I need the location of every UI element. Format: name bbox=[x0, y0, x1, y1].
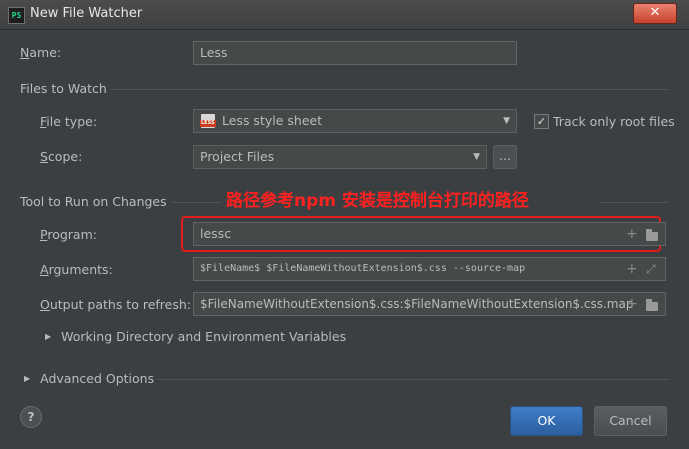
program-value: lessc bbox=[200, 226, 232, 241]
plus-icon[interactable]: + bbox=[626, 258, 638, 280]
scope-label: Scope: bbox=[40, 149, 83, 164]
file-type-dropdown[interactable]: LESS Less style sheet ▼ bbox=[193, 109, 517, 133]
cancel-button[interactable]: Cancel bbox=[594, 406, 667, 436]
window-title: New File Watcher bbox=[30, 6, 143, 21]
files-to-watch-section-title: Files to Watch bbox=[20, 81, 107, 96]
advanced-options-label: Advanced Options bbox=[40, 371, 155, 386]
section-divider bbox=[172, 202, 222, 203]
chevron-down-icon: ▼ bbox=[473, 152, 480, 162]
advanced-options-expander[interactable]: ▶ Advanced Options bbox=[24, 371, 154, 386]
output-paths-input[interactable]: $FileNameWithoutExtension$.css:$FileName… bbox=[193, 292, 666, 316]
annotation-text: 路径参考npm 安装是控制台打印的路径 bbox=[226, 191, 529, 211]
help-button[interactable]: ? bbox=[20, 406, 42, 428]
less-file-icon: LESS bbox=[200, 114, 216, 128]
track-root-label: Track only root files bbox=[553, 114, 675, 129]
arguments-value: $FileName$ $FileNameWithoutExtension$.cs… bbox=[200, 263, 526, 274]
program-input[interactable]: lessc + bbox=[193, 222, 666, 246]
expand-icon[interactable]: ⤢ bbox=[646, 258, 656, 280]
output-paths-value: $FileNameWithoutExtension$.css:$FileName… bbox=[200, 297, 634, 311]
folder-icon[interactable] bbox=[646, 299, 658, 311]
working-directory-expander[interactable]: ▶ Working Directory and Environment Vari… bbox=[45, 329, 346, 344]
scope-value: Project Files bbox=[200, 149, 275, 164]
arguments-input[interactable]: $FileName$ $FileNameWithoutExtension$.cs… bbox=[193, 257, 666, 281]
program-label: Program: bbox=[40, 227, 97, 242]
section-divider bbox=[600, 202, 669, 203]
output-paths-label: Output paths to refresh: bbox=[40, 297, 191, 312]
scope-browse-button[interactable]: ... bbox=[493, 145, 517, 169]
file-type-label: File type: bbox=[40, 114, 98, 129]
scope-dropdown[interactable]: Project Files ▼ bbox=[193, 145, 487, 169]
arguments-label: Arguments: bbox=[40, 262, 113, 277]
track-root-checkbox[interactable]: ✓ bbox=[534, 114, 549, 129]
working-directory-label: Working Directory and Environment Variab… bbox=[61, 329, 347, 344]
section-divider bbox=[157, 379, 669, 380]
expand-arrow-icon: ▶ bbox=[45, 332, 52, 341]
close-button[interactable]: ✕ bbox=[633, 3, 677, 24]
chevron-down-icon: ▼ bbox=[503, 116, 510, 126]
file-type-value: Less style sheet bbox=[222, 113, 323, 128]
plus-icon[interactable]: + bbox=[626, 223, 638, 245]
tool-section-title: Tool to Run on Changes bbox=[20, 194, 167, 209]
ok-button[interactable]: OK bbox=[510, 406, 583, 436]
plus-icon[interactable]: + bbox=[626, 293, 638, 315]
name-label: Name: bbox=[20, 45, 62, 60]
folder-icon[interactable] bbox=[646, 229, 658, 241]
name-input[interactable]: Less bbox=[193, 41, 517, 65]
phpstorm-app-icon: PS bbox=[8, 7, 25, 24]
expand-arrow-icon: ▶ bbox=[24, 374, 31, 383]
section-divider bbox=[110, 89, 669, 90]
title-bar[interactable]: PS New File Watcher ✕ bbox=[0, 0, 689, 30]
